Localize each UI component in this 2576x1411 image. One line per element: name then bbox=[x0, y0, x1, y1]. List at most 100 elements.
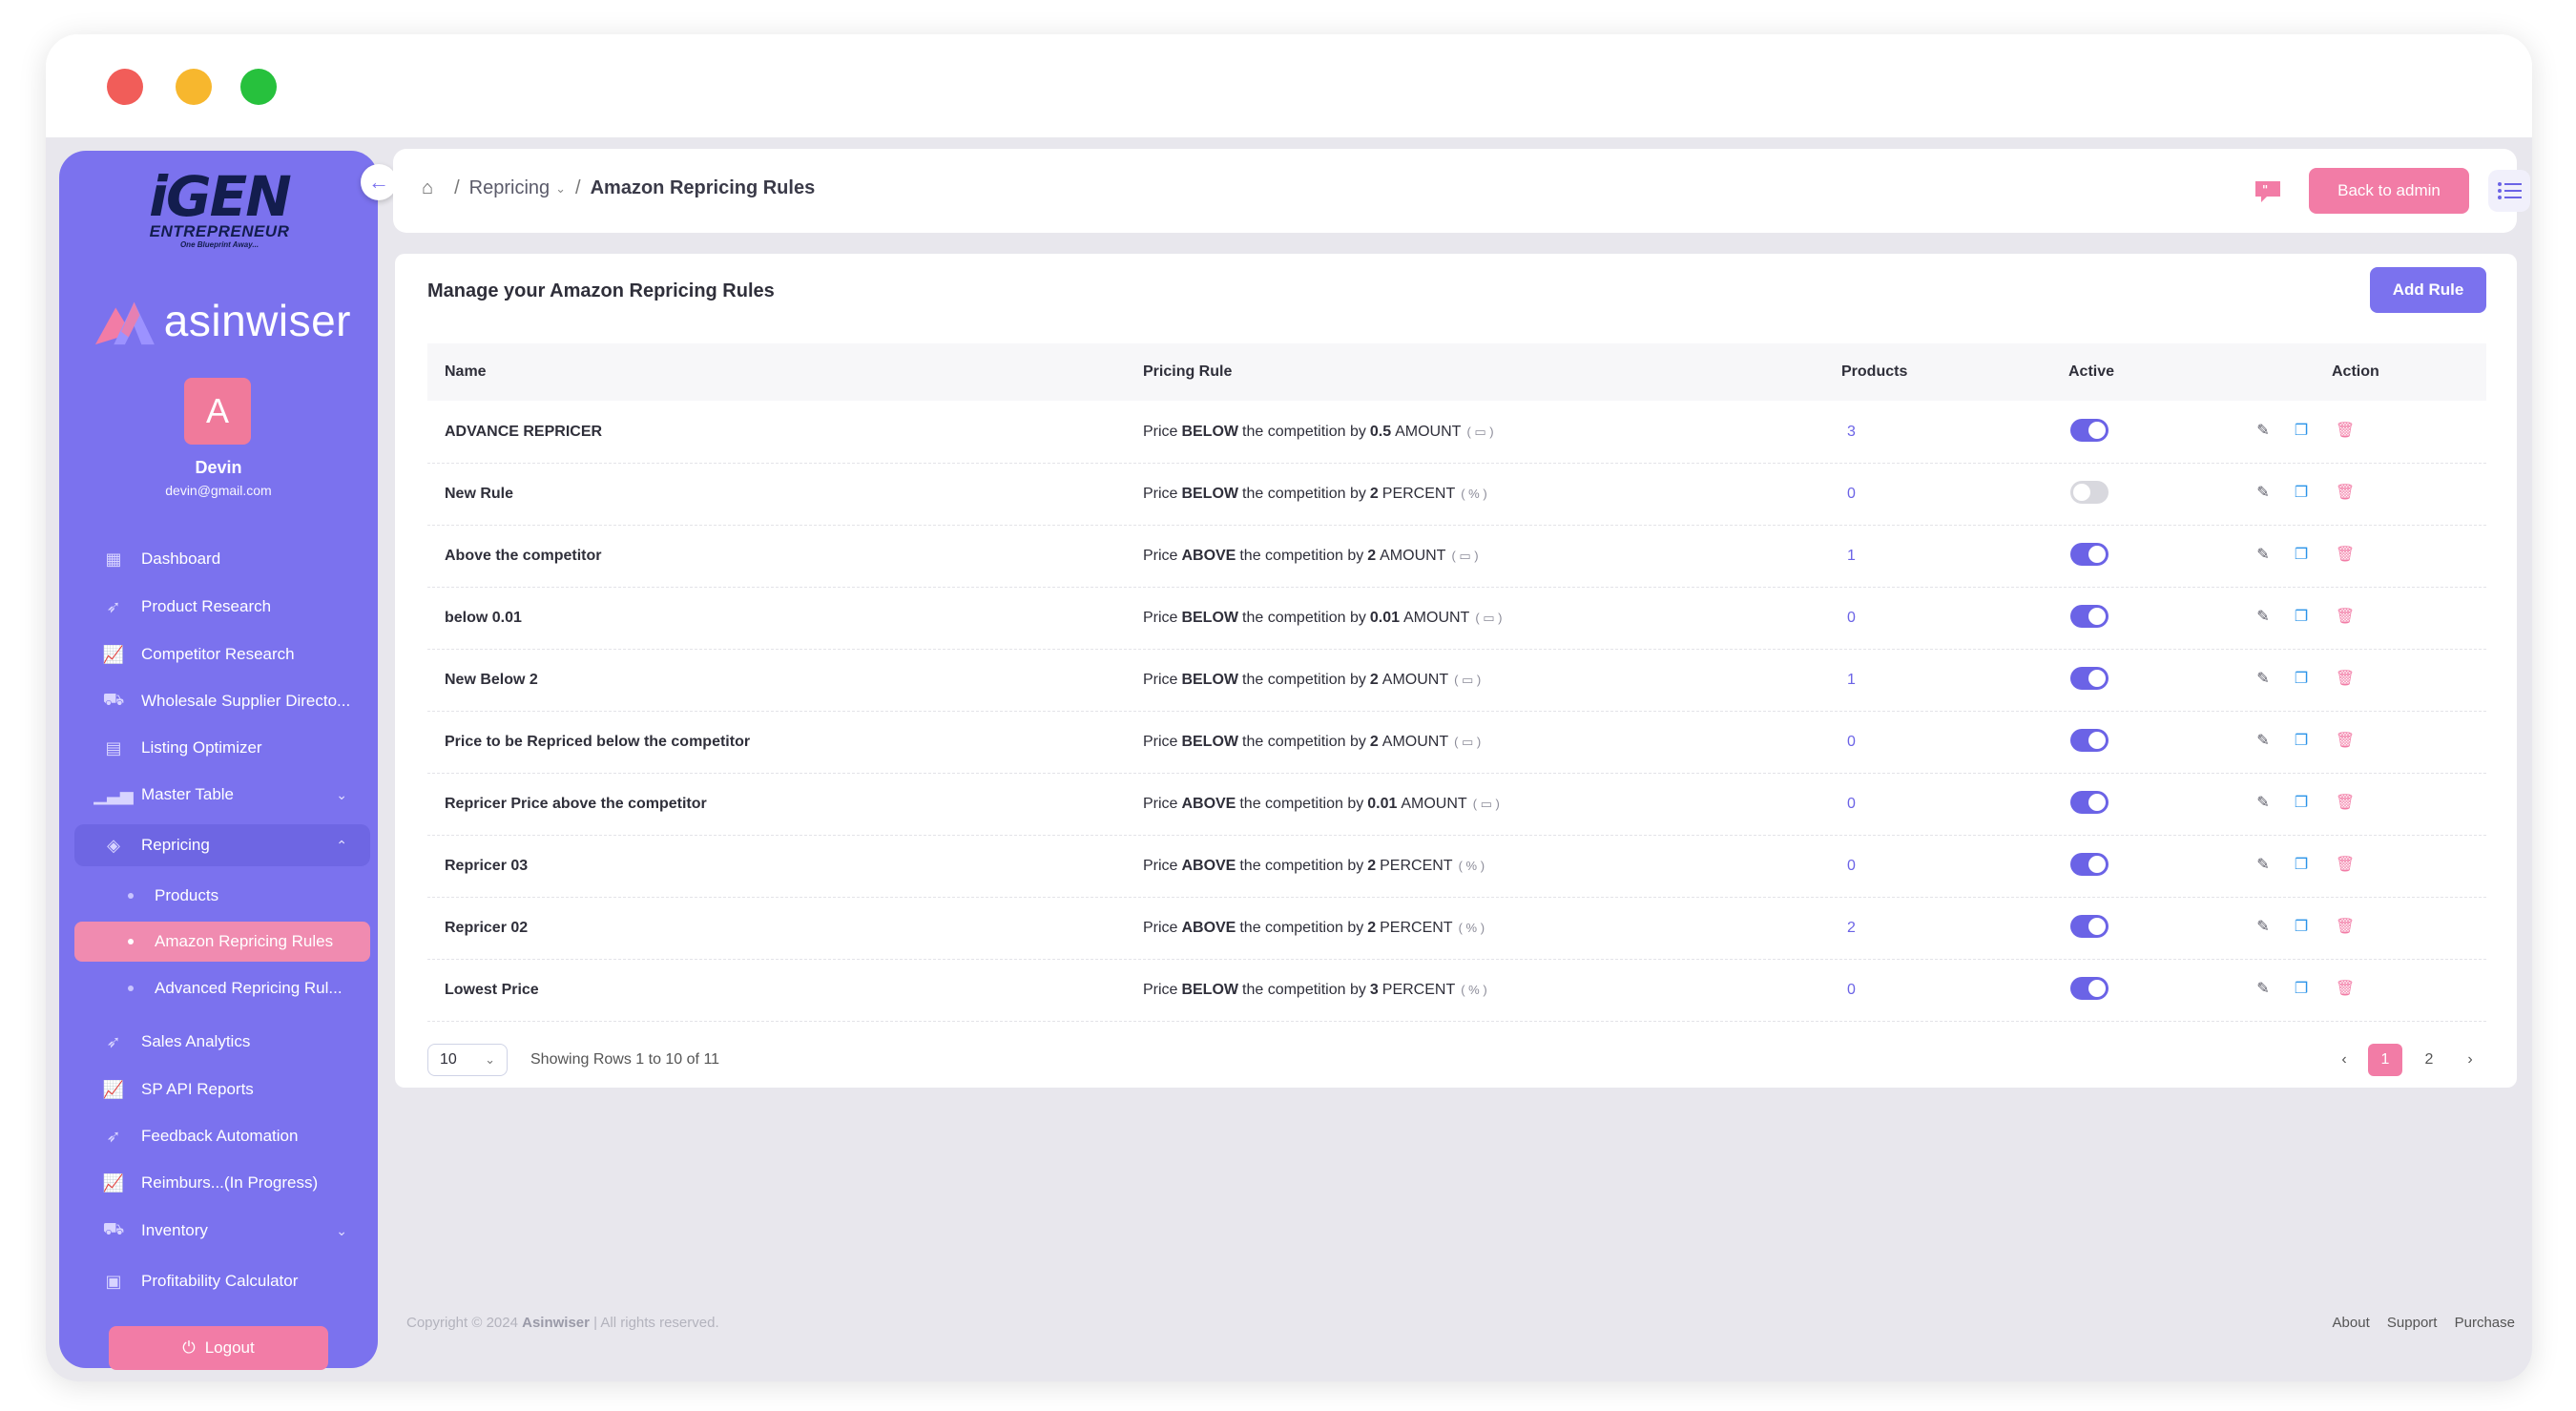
trash-icon[interactable]: 🗑 bbox=[2334, 481, 2357, 504]
footer-link-purchase[interactable]: Purchase bbox=[2455, 1315, 2515, 1331]
copy-icon[interactable]: ❐ bbox=[2290, 419, 2313, 442]
trash-icon[interactable]: 🗑 bbox=[2334, 667, 2357, 690]
chevron-down-icon[interactable]: ⌄ bbox=[555, 181, 566, 197]
sidebar-item-inventory[interactable]: ⛟ Inventory ⌄ bbox=[74, 1210, 370, 1252]
rows-per-page-select[interactable]: 10 ⌄ bbox=[427, 1044, 508, 1076]
sidebar-item-feedback-automation[interactable]: ➶ Feedback Automation bbox=[74, 1115, 370, 1157]
home-icon[interactable]: ⌂ bbox=[422, 177, 433, 199]
rule-value: 0.01 bbox=[1369, 609, 1400, 626]
rule-value: 2 bbox=[1369, 485, 1379, 502]
copy-icon[interactable]: ❐ bbox=[2290, 915, 2313, 938]
rule-unit: AMOUNT bbox=[1381, 671, 1449, 688]
copy-icon[interactable]: ❐ bbox=[2290, 791, 2313, 814]
edit-icon[interactable]: ✎ bbox=[2252, 729, 2275, 752]
products-count[interactable]: 0 bbox=[1847, 463, 1856, 525]
active-toggle[interactable] bbox=[2070, 977, 2109, 1000]
trash-icon[interactable]: 🗑 bbox=[2334, 977, 2357, 1000]
products-count[interactable]: 0 bbox=[1847, 711, 1856, 773]
edit-icon[interactable]: ✎ bbox=[2252, 605, 2275, 628]
active-toggle[interactable] bbox=[2070, 543, 2109, 566]
brand-name: asinwiser bbox=[163, 296, 351, 345]
logout-button[interactable]: ⏻ Logout bbox=[109, 1326, 328, 1370]
sidebar-item-dashboard[interactable]: ▦ Dashboard bbox=[74, 538, 370, 580]
chat-icon[interactable]: " bbox=[2254, 179, 2282, 204]
back-to-admin-button[interactable]: Back to admin bbox=[2309, 168, 2469, 214]
copy-icon[interactable]: ❐ bbox=[2290, 481, 2313, 504]
products-count[interactable]: 2 bbox=[1847, 897, 1856, 959]
sidebar-item-label: Repricing bbox=[141, 836, 210, 854]
column-header-active[interactable]: Active bbox=[2068, 343, 2114, 401]
sidebar-subitem-amazon-repricing-rules[interactable]: Amazon Repricing Rules bbox=[74, 922, 370, 962]
active-toggle[interactable] bbox=[2070, 853, 2109, 876]
edit-icon[interactable]: ✎ bbox=[2252, 419, 2275, 442]
column-header-products[interactable]: Products bbox=[1841, 343, 1907, 401]
trash-icon[interactable]: 🗑 bbox=[2334, 915, 2357, 938]
minimize-window-button[interactable] bbox=[176, 69, 212, 105]
active-toggle[interactable] bbox=[2070, 729, 2109, 752]
edit-icon[interactable]: ✎ bbox=[2252, 853, 2275, 876]
edit-icon[interactable]: ✎ bbox=[2252, 915, 2275, 938]
products-count[interactable]: 3 bbox=[1847, 401, 1856, 463]
active-toggle[interactable] bbox=[2070, 915, 2109, 938]
products-count[interactable]: 0 bbox=[1847, 835, 1856, 897]
active-toggle[interactable] bbox=[2070, 605, 2109, 628]
products-count[interactable]: 0 bbox=[1847, 773, 1856, 835]
list-menu-button[interactable] bbox=[2488, 170, 2530, 212]
sidebar-item-sales-analytics[interactable]: ➶ Sales Analytics bbox=[74, 1021, 370, 1063]
active-toggle[interactable] bbox=[2070, 667, 2109, 690]
sidebar-item-listing-optimizer[interactable]: ▤ Listing Optimizer bbox=[74, 727, 370, 769]
rule-direction: ABOVE bbox=[1181, 795, 1236, 812]
edit-icon[interactable]: ✎ bbox=[2252, 791, 2275, 814]
trash-icon[interactable]: 🗑 bbox=[2334, 729, 2357, 752]
rule-middle: the competition by bbox=[1239, 919, 1364, 936]
sidebar-item-product-research[interactable]: ➶ Product Research bbox=[74, 586, 370, 628]
edit-icon[interactable]: ✎ bbox=[2252, 481, 2275, 504]
collapse-sidebar-button[interactable]: ← bbox=[361, 164, 397, 200]
sidebar-item-master-table[interactable]: ▁▃▅ Master Table ⌄ bbox=[74, 774, 370, 816]
trash-icon[interactable]: 🗑 bbox=[2334, 543, 2357, 566]
sidebar-item-wholesale-supplier[interactable]: ⛟ Wholesale Supplier Directo... bbox=[74, 680, 370, 722]
trash-icon[interactable]: 🗑 bbox=[2334, 419, 2357, 442]
page-2-button[interactable]: 2 bbox=[2412, 1044, 2446, 1076]
previous-page-button[interactable]: ‹ bbox=[2330, 1044, 2358, 1076]
pricing-rule: Price BELOW the competition by 2 AMOUNT ( ▭ ) bbox=[1143, 711, 1486, 773]
sidebar-item-repricing[interactable]: ◈ Repricing ⌃ bbox=[74, 824, 370, 866]
breadcrumb-repricing[interactable]: Repricing bbox=[469, 177, 550, 199]
page-1-button[interactable]: 1 bbox=[2368, 1044, 2402, 1076]
edit-icon[interactable]: ✎ bbox=[2252, 667, 2275, 690]
products-count[interactable]: 1 bbox=[1847, 525, 1856, 587]
active-toggle[interactable] bbox=[2070, 419, 2109, 442]
copy-icon[interactable]: ❐ bbox=[2290, 543, 2313, 566]
sidebar-subitem-products[interactable]: Products bbox=[74, 876, 370, 916]
close-window-button[interactable] bbox=[107, 69, 143, 105]
trash-icon[interactable]: 🗑 bbox=[2334, 853, 2357, 876]
column-header-name[interactable]: Name bbox=[445, 343, 487, 401]
edit-icon[interactable]: ✎ bbox=[2252, 977, 2275, 1000]
sidebar-item-competitor-research[interactable]: 📈 Competitor Research bbox=[74, 633, 370, 675]
products-count[interactable]: 1 bbox=[1847, 649, 1856, 711]
edit-icon[interactable]: ✎ bbox=[2252, 543, 2275, 566]
copy-icon[interactable]: ❐ bbox=[2290, 667, 2313, 690]
sidebar-item-profitability-calculator[interactable]: ▣ Profitability Calculator bbox=[74, 1260, 370, 1302]
avatar[interactable]: A bbox=[184, 378, 251, 445]
footer-link-about[interactable]: About bbox=[2333, 1315, 2370, 1331]
products-count[interactable]: 0 bbox=[1847, 587, 1856, 649]
trash-icon[interactable]: 🗑 bbox=[2334, 791, 2357, 814]
sidebar-item-sp-api-reports[interactable]: 📈 SP API Reports bbox=[74, 1069, 370, 1110]
active-toggle[interactable] bbox=[2070, 481, 2109, 504]
sidebar-subitem-advanced-repricing-rules[interactable]: Advanced Repricing Rul... bbox=[74, 968, 370, 1008]
footer-link-support[interactable]: Support bbox=[2387, 1315, 2438, 1331]
column-header-pricing-rule[interactable]: Pricing Rule bbox=[1143, 343, 1232, 401]
breadcrumb-separator: / bbox=[454, 177, 460, 198]
copy-icon[interactable]: ❐ bbox=[2290, 977, 2313, 1000]
add-rule-button[interactable]: Add Rule bbox=[2370, 267, 2486, 313]
trash-icon[interactable]: 🗑 bbox=[2334, 605, 2357, 628]
products-count[interactable]: 0 bbox=[1847, 959, 1856, 1021]
copy-icon[interactable]: ❐ bbox=[2290, 605, 2313, 628]
maximize-window-button[interactable] bbox=[240, 69, 277, 105]
sidebar-item-reimbursements[interactable]: 📈 Reimburs...(In Progress) bbox=[74, 1162, 370, 1204]
active-toggle[interactable] bbox=[2070, 791, 2109, 814]
copy-icon[interactable]: ❐ bbox=[2290, 729, 2313, 752]
next-page-button[interactable]: › bbox=[2456, 1044, 2484, 1076]
copy-icon[interactable]: ❐ bbox=[2290, 853, 2313, 876]
